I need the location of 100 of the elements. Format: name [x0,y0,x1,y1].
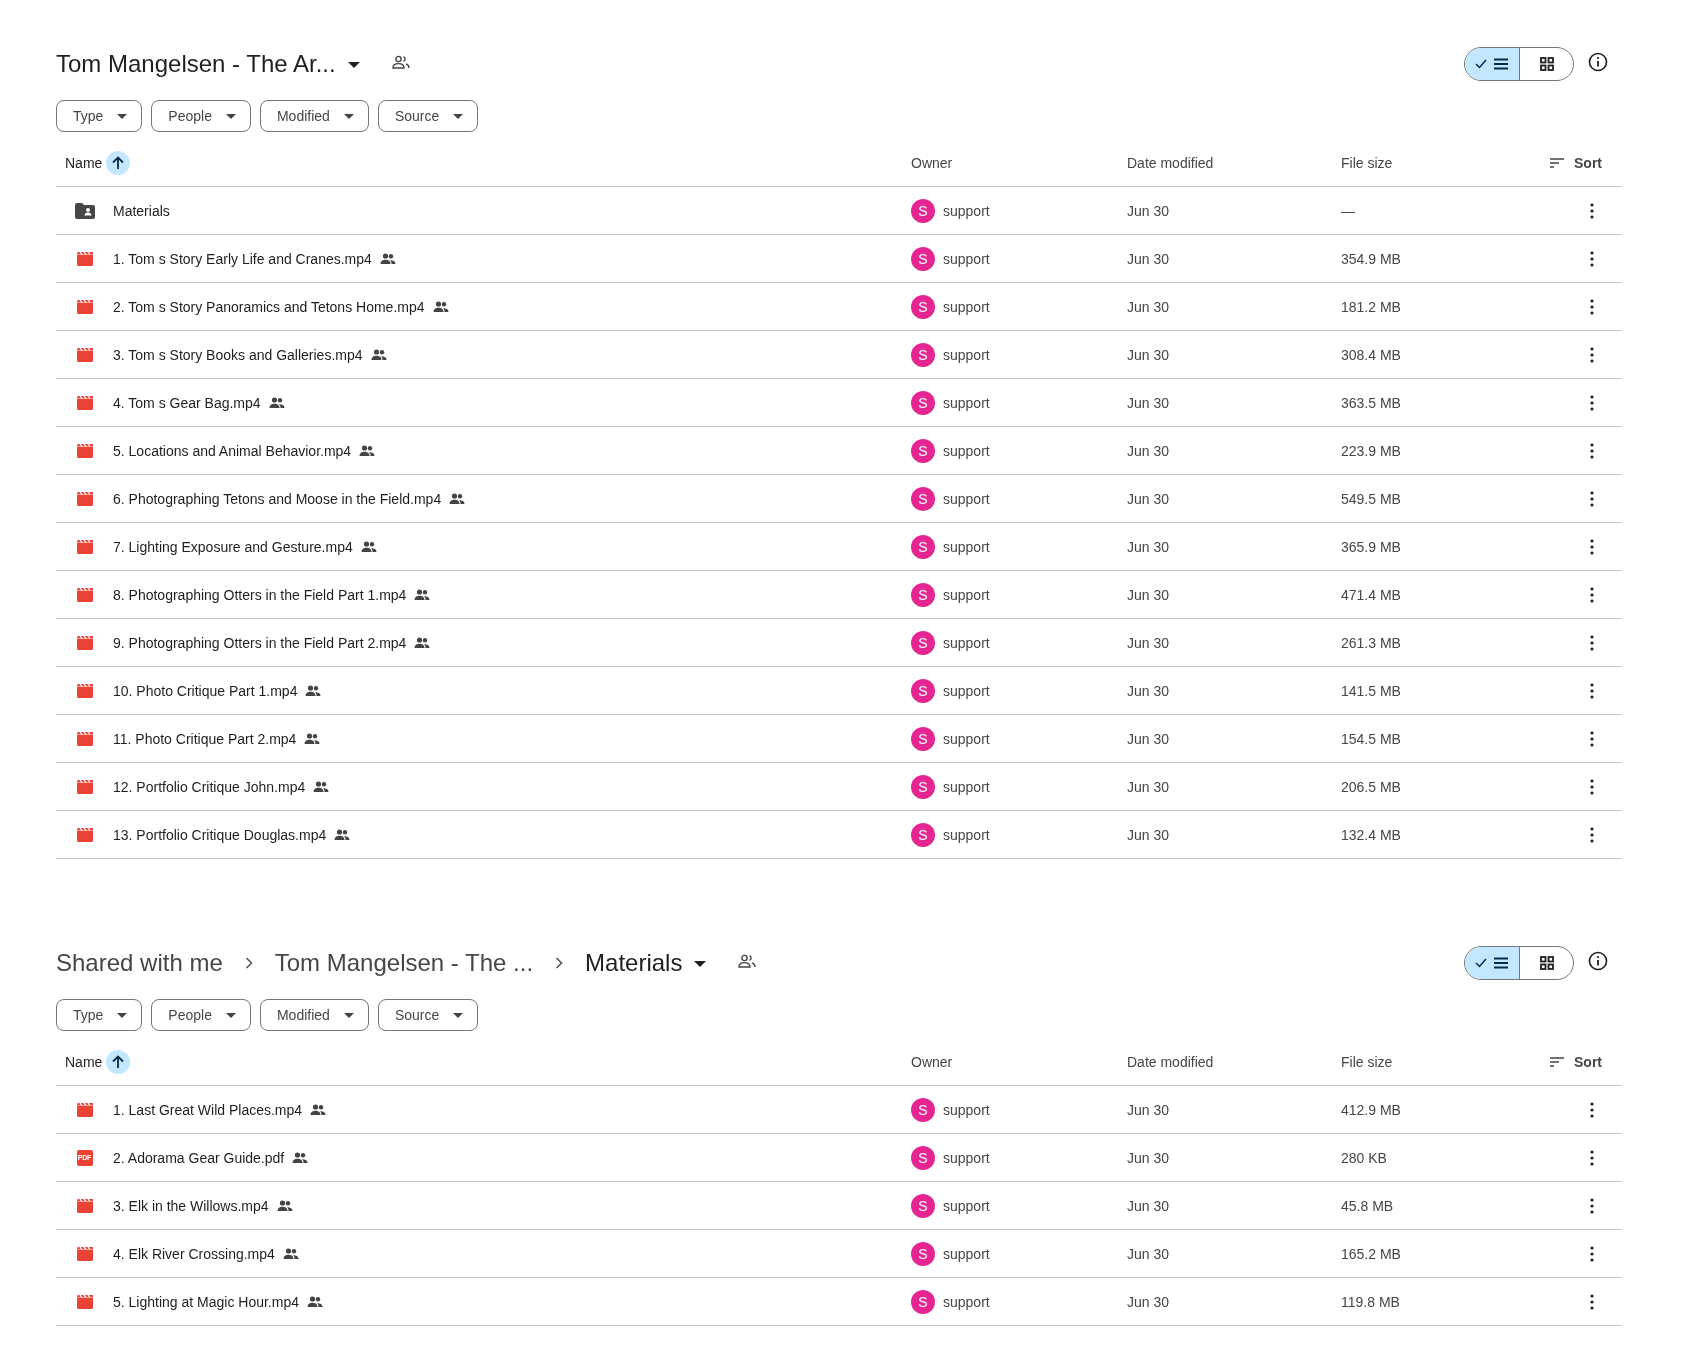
video-file-icon [76,587,93,602]
sort-lines-icon [1550,1057,1564,1067]
date-modified: Jun 30 [1127,634,1170,651]
avatar: S [911,534,935,559]
chevron-right-icon [555,957,564,969]
file-name[interactable]: 12. Portfolio Critique John.mp4 [113,778,306,795]
video-file-icon [76,251,93,266]
shared-people-icon [359,444,376,457]
breadcrumb-item[interactable]: Shared with me [56,949,223,977]
sort-button[interactable]: Sort [1550,1054,1622,1070]
caret-icon [347,62,360,68]
list-icon [1493,957,1509,969]
date-modified: Jun 30 [1127,538,1170,555]
file-name[interactable]: 2. Tom s Story Panoramics and Tetons Home.mp4 [113,298,425,315]
date-modified: Jun 30 [1127,202,1170,219]
breadcrumb-item[interactable]: Tom Mangelsen - The Ar... [56,50,360,78]
shared-people-icon [379,252,396,265]
owner-name: support [943,1245,990,1262]
breadcrumb-item[interactable]: Materials [585,949,707,977]
file-size: 261.3 MB [1341,634,1401,651]
owner-column-header: Owner [911,1054,953,1070]
list-view-button[interactable] [1465,48,1519,80]
file-name[interactable]: 1. Last Great Wild Places.mp4 [113,1101,303,1118]
shared-people-icon [334,828,351,841]
video-file-icon [76,827,93,842]
filter-chip[interactable]: Type [56,100,143,132]
date-modified: Jun 30 [1127,490,1170,507]
shared-people-icon [360,540,377,553]
file-size: 132.4 MB [1341,826,1401,843]
shared-people-icon [307,1295,323,1308]
file-size: 45.8 MB [1341,1197,1394,1214]
date-modified: Jun 30 [1127,250,1170,267]
file-name[interactable]: 9. Photographing Otters in the Field Part 2.mp4 [113,634,407,651]
file-name[interactable]: 8. Photographing Otters in the Field Part 1.mp4 [113,586,407,603]
file-size: 154.5 MB [1341,730,1401,747]
filter-chip[interactable]: Source [377,999,479,1031]
chevron-right-icon [244,957,253,969]
file-size: 471.4 MB [1341,586,1401,603]
video-file-icon [76,779,93,794]
filter-chip[interactable]: People [151,100,251,132]
filter-chip[interactable]: People [151,999,251,1031]
video-file-icon [76,1102,93,1117]
shared-people-icon [370,348,387,361]
date-modified-column-header: Date modified [1127,1054,1214,1070]
file-name[interactable]: 11. Photo Critique Part 2.mp4 [113,730,297,747]
file-name[interactable]: 5. Locations and Animal Behavior.mp4 [113,442,352,459]
file-name[interactable]: 7. Lighting Exposure and Gesture.mp4 [113,538,353,555]
breadcrumb-item[interactable]: Tom Mangelsen - The ... [274,949,534,977]
owner-name: support [943,730,990,747]
file-name[interactable]: 4. Elk River Crossing.mp4 [113,1245,275,1262]
file-size: 308.4 MB [1341,346,1401,363]
name-column-header[interactable]: Name [65,155,103,171]
avatar: S [911,1193,935,1218]
video-file-icon [76,1246,93,1261]
date-modified: Jun 30 [1127,394,1170,411]
owner-name: support [943,682,990,699]
sort-lines-icon [1550,158,1564,168]
date-modified: Jun 30 [1127,1293,1170,1310]
filter-chip[interactable]: Modified [259,999,369,1031]
filter-chip[interactable]: Modified [259,100,369,132]
date-modified: Jun 30 [1127,1197,1170,1214]
avatar: S [911,726,935,751]
shared-people-icon [414,588,431,601]
owner-column-header: Owner [911,155,953,171]
owner-name: support [943,346,990,363]
owner-name: support [943,634,990,651]
file-name[interactable]: 1. Tom s Story Early Life and Cranes.mp4 [113,250,372,267]
file-name[interactable]: 5. Lighting at Magic Hour.mp4 [113,1293,299,1310]
avatar: S [911,1097,935,1122]
checkmark-icon [1475,958,1487,968]
date-modified: Jun 30 [1127,826,1170,843]
owner-name: support [943,202,990,219]
shared-people-icon [391,55,410,69]
filter-chip[interactable]: Type [56,999,143,1031]
list-icon [1493,58,1509,70]
file-name[interactable]: 3. Tom s Story Books and Galleries.mp4 [113,346,363,363]
owner-name: support [943,538,990,555]
date-modified-column-header: Date modified [1127,155,1214,171]
owner-name: support [943,394,990,411]
filter-chip[interactable]: Source [377,100,479,132]
file-size: 223.9 MB [1341,442,1401,459]
file-size: 365.9 MB [1341,538,1401,555]
file-name[interactable]: 10. Photo Critique Part 1.mp4 [113,682,298,699]
avatar: S [911,294,935,319]
name-column-header[interactable]: Name [65,1054,103,1070]
file-name[interactable]: Materials [113,202,170,219]
avatar: S [911,774,935,799]
file-name[interactable]: 4. Tom s Gear Bag.mp4 [113,394,261,411]
list-view-button[interactable] [1465,947,1519,979]
video-file-icon [76,635,93,650]
sort-button[interactable]: Sort [1550,155,1622,171]
file-name[interactable]: 2. Adorama Gear Guide.pdf [113,1149,285,1166]
avatar: S [911,342,935,367]
file-name[interactable]: 6. Photographing Tetons and Moose in the Field.mp4 [113,490,442,507]
owner-name: support [943,250,990,267]
file-name[interactable]: 13. Portfolio Critique Douglas.mp4 [113,826,327,843]
caret-icon [453,113,464,119]
file-name[interactable]: 3. Elk in the Willows.mp4 [113,1197,269,1214]
shared-people-icon [449,492,466,505]
shared-folder-icon [74,202,95,219]
